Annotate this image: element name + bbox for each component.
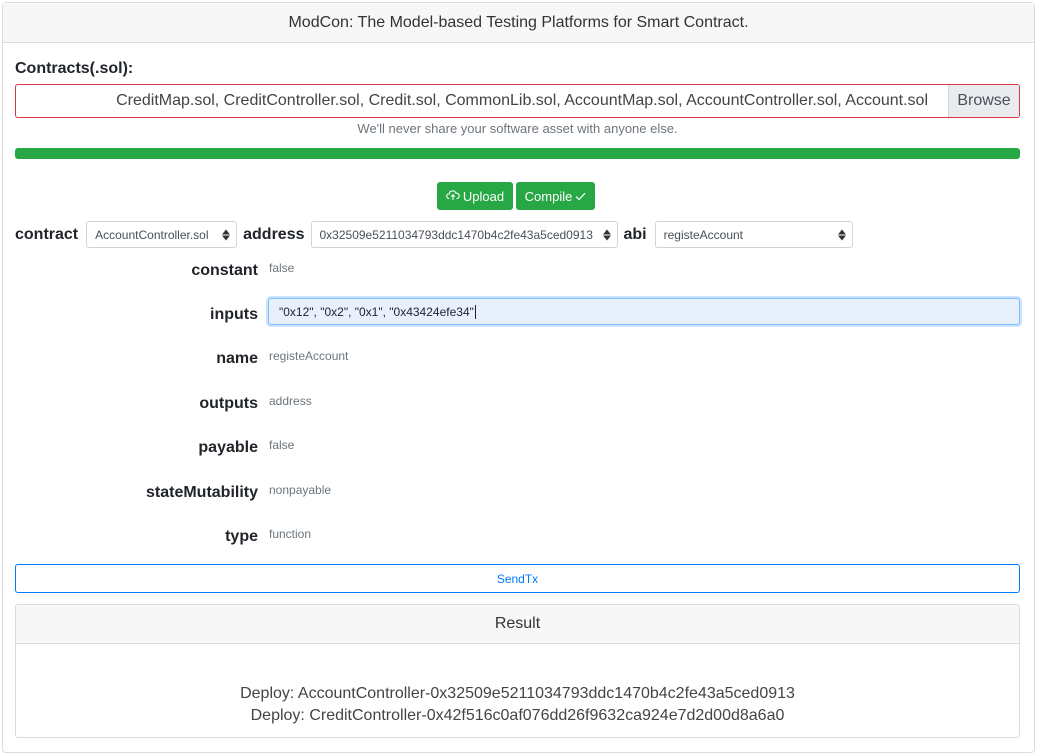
result-body: Deploy: AccountController-0x32509e521103… (16, 683, 1019, 727)
select-caret-icon (222, 229, 231, 240)
abi-select-value: registeAccount (663, 227, 744, 242)
address-select[interactable]: 0x32509e5211034793ddc1470b4c2fe43a5ced09… (310, 221, 618, 248)
select-caret-icon (602, 229, 611, 240)
outputs-label: outputs (199, 395, 258, 412)
check-icon (575, 189, 586, 204)
state-mutability-label: stateMutability (145, 484, 258, 501)
result-panel: Result Deploy: AccountController-0x32509… (15, 604, 1020, 738)
browse-button[interactable]: Browse (948, 85, 1019, 117)
upload-label: Upload (462, 188, 505, 204)
inputs-field-value: "0x12", "0x2", "0x1", "0x43424efe34" (279, 304, 474, 319)
address-label: address (243, 225, 305, 243)
progress-bar-fill (15, 148, 1020, 159)
abi-label: abi (623, 225, 647, 243)
contract-select-value: AccountController.sol (95, 227, 209, 242)
name-value: registeAccount (269, 349, 349, 363)
cloud-upload-icon (446, 189, 460, 204)
constant-value: false (269, 261, 295, 275)
result-line: Deploy: AccountController-0x32509e521103… (240, 685, 795, 702)
state-mutability-value: nonpayable (269, 483, 332, 497)
selected-files[interactable]: CreditMap.sol, CreditController.sol, Cre… (16, 85, 948, 117)
upload-progress (15, 148, 1020, 159)
constant-label: constant (191, 262, 258, 279)
action-buttons: Upload Compile (437, 182, 595, 210)
inputs-label: inputs (210, 306, 258, 323)
select-caret-icon (837, 229, 846, 240)
payable-label: payable (198, 439, 258, 456)
page-title-text: ModCon: The Model-based Testing Platform… (288, 13, 749, 31)
name-label: name (216, 350, 258, 367)
address-select-value: 0x32509e5211034793ddc1470b4c2fe43a5ced09… (319, 227, 593, 242)
result-line: Deploy: CreditController-0x42f516c0af076… (250, 707, 785, 724)
sendtx-button[interactable]: SendTx (15, 564, 1020, 593)
outputs-value: address (269, 394, 312, 408)
upload-button[interactable]: Upload (437, 182, 513, 210)
type-label: type (225, 528, 258, 545)
contracts-file-input[interactable]: CreditMap.sol, CreditController.sol, Cre… (15, 84, 1020, 118)
compile-label: Compile (524, 188, 573, 204)
selector-row: contract AccountController.sol address 0… (15, 221, 853, 248)
type-value: function (269, 527, 312, 541)
contract-select[interactable]: AccountController.sol (86, 221, 238, 248)
compile-button[interactable]: Compile (516, 182, 595, 210)
payable-value: false (269, 438, 295, 452)
contract-label: contract (15, 225, 79, 243)
page-title: ModCon: The Model-based Testing Platform… (3, 3, 1034, 43)
abi-select[interactable]: registeAccount (654, 221, 853, 248)
inputs-field[interactable]: "0x12", "0x2", "0x1", "0x43424efe34" (268, 298, 1020, 325)
result-title: Result (16, 605, 1019, 644)
contracts-label: Contracts(.sol): (15, 60, 134, 77)
text-cursor (474, 304, 476, 319)
help-text: We'll never share your software asset wi… (357, 121, 678, 136)
